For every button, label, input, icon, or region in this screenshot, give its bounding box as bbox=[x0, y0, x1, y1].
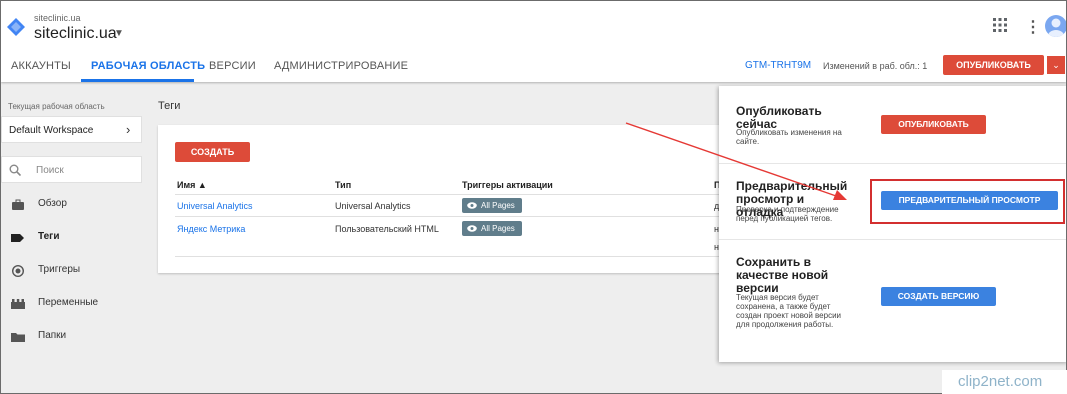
table-divider bbox=[175, 216, 728, 217]
active-tab-indicator bbox=[81, 79, 194, 82]
sidebar-item-label: Переменные bbox=[38, 297, 99, 308]
table-divider bbox=[175, 256, 728, 257]
section-description: Опубликовать изменения на сайте. bbox=[736, 128, 842, 146]
section-description: Текущая версия будет сохранена, а также … bbox=[736, 293, 842, 329]
search-placeholder: Поиск bbox=[36, 165, 64, 176]
page-title: Теги bbox=[158, 100, 181, 112]
container-id-link[interactable]: GTM-TRHT9M bbox=[745, 60, 811, 71]
tag-name-link[interactable]: Universal Analytics bbox=[177, 201, 253, 211]
tag-icon bbox=[11, 234, 24, 242]
top-header: siteclinic.ua siteclinic.ua ▼ ⋮ АККАУНТЫ… bbox=[1, 1, 1066, 82]
trigger-chip[interactable]: All Pages bbox=[462, 221, 522, 236]
watermark: clip2net.com bbox=[942, 370, 1067, 394]
trigger-chip-label: All Pages bbox=[481, 201, 515, 210]
workspace-name: Default Workspace bbox=[9, 125, 94, 136]
publish-now-button[interactable]: ОПУБЛИКОВАТЬ bbox=[881, 115, 986, 134]
app-window: siteclinic.ua siteclinic.ua ▼ ⋮ АККАУНТЫ… bbox=[0, 0, 1067, 394]
section-title: Сохранить в качестве новой версии bbox=[736, 255, 829, 295]
create-version-button[interactable]: СОЗДАТЬ ВЕРСИЮ bbox=[881, 287, 996, 306]
sidebar-item-label: Триггеры bbox=[38, 264, 81, 275]
container-selector[interactable]: siteclinic.ua bbox=[34, 25, 117, 43]
section-description: Проверка и подтверждение перед публикаци… bbox=[736, 205, 839, 223]
workspace-changes-count: Изменений в раб. обл.: 1 bbox=[823, 61, 928, 71]
gtm-logo-icon bbox=[7, 18, 25, 36]
chevron-right-icon: › bbox=[126, 122, 131, 137]
create-tag-button[interactable]: СОЗДАТЬ bbox=[175, 142, 250, 162]
sidebar-item-folders[interactable]: Папки bbox=[1, 328, 142, 348]
tag-type: Пользовательский HTML bbox=[335, 224, 439, 234]
trigger-icon bbox=[12, 265, 24, 277]
publish-button[interactable]: ОПУБЛИКОВАТЬ bbox=[943, 55, 1044, 75]
account-domain: siteclinic.ua bbox=[34, 13, 81, 23]
trigger-chip-label: All Pages bbox=[481, 224, 515, 233]
publish-now-section: Опубликовать сейчас Опубликовать изменен… bbox=[719, 86, 1066, 164]
save-version-section: Сохранить в качестве новой версии Текуща… bbox=[719, 240, 1066, 362]
tags-card: СОЗДАТЬ Имя ▲ Тип Триггеры активации П U… bbox=[158, 125, 728, 273]
search-input[interactable]: Поиск bbox=[1, 156, 142, 183]
sidebar-item-label: Папки bbox=[38, 330, 67, 341]
trigger-chip[interactable]: All Pages bbox=[462, 198, 522, 213]
eye-icon bbox=[467, 202, 477, 209]
tab-accounts[interactable]: АККАУНТЫ bbox=[11, 60, 71, 72]
tag-name-link[interactable]: Яндекс Метрика bbox=[177, 224, 245, 234]
tab-workspace[interactable]: РАБОЧАЯ ОБЛАСТЬ bbox=[91, 60, 205, 72]
column-header-name[interactable]: Имя ▲ bbox=[177, 180, 207, 190]
sidebar-item-tags[interactable]: Теги bbox=[1, 229, 142, 249]
search-icon bbox=[9, 164, 21, 176]
sidebar-item-label: Теги bbox=[38, 231, 60, 242]
sidebar-item-variables[interactable]: Переменные bbox=[1, 295, 142, 315]
avatar[interactable] bbox=[1045, 15, 1066, 37]
tab-versions[interactable]: ВЕРСИИ bbox=[209, 60, 256, 72]
tag-type: Universal Analytics bbox=[335, 201, 411, 211]
chevron-down-icon: ⌄ bbox=[1052, 60, 1060, 70]
publish-options-menu: Опубликовать сейчас Опубликовать изменен… bbox=[719, 86, 1066, 362]
folder-icon bbox=[11, 333, 25, 342]
caret-down-icon[interactable]: ▼ bbox=[114, 28, 124, 39]
more-vert-icon[interactable]: ⋮ bbox=[1025, 17, 1041, 37]
workspace-label: Текущая рабочая область bbox=[8, 102, 105, 111]
briefcase-icon bbox=[12, 199, 24, 210]
watermark-text: clip2net.com bbox=[958, 373, 1043, 390]
preview-highlight-box bbox=[870, 179, 1065, 224]
column-header-triggers[interactable]: Триггеры активации bbox=[462, 180, 553, 190]
user-icon bbox=[1048, 18, 1064, 37]
publish-dropdown-button[interactable]: ⌄ bbox=[1046, 55, 1066, 75]
apps-grid-icon[interactable] bbox=[993, 18, 1007, 32]
tab-admin[interactable]: АДМИНИСТРИРОВАНИЕ bbox=[274, 60, 408, 72]
workspace-selector[interactable]: Default Workspace › bbox=[1, 116, 142, 143]
table-divider bbox=[175, 194, 728, 195]
variables-icon bbox=[11, 299, 25, 309]
column-header-type[interactable]: Тип bbox=[335, 180, 351, 190]
eye-icon bbox=[467, 225, 477, 232]
sidebar-item-overview[interactable]: Обзор bbox=[1, 196, 142, 216]
sidebar-item-triggers[interactable]: Триггеры bbox=[1, 262, 142, 282]
sidebar-item-label: Обзор bbox=[38, 198, 67, 209]
